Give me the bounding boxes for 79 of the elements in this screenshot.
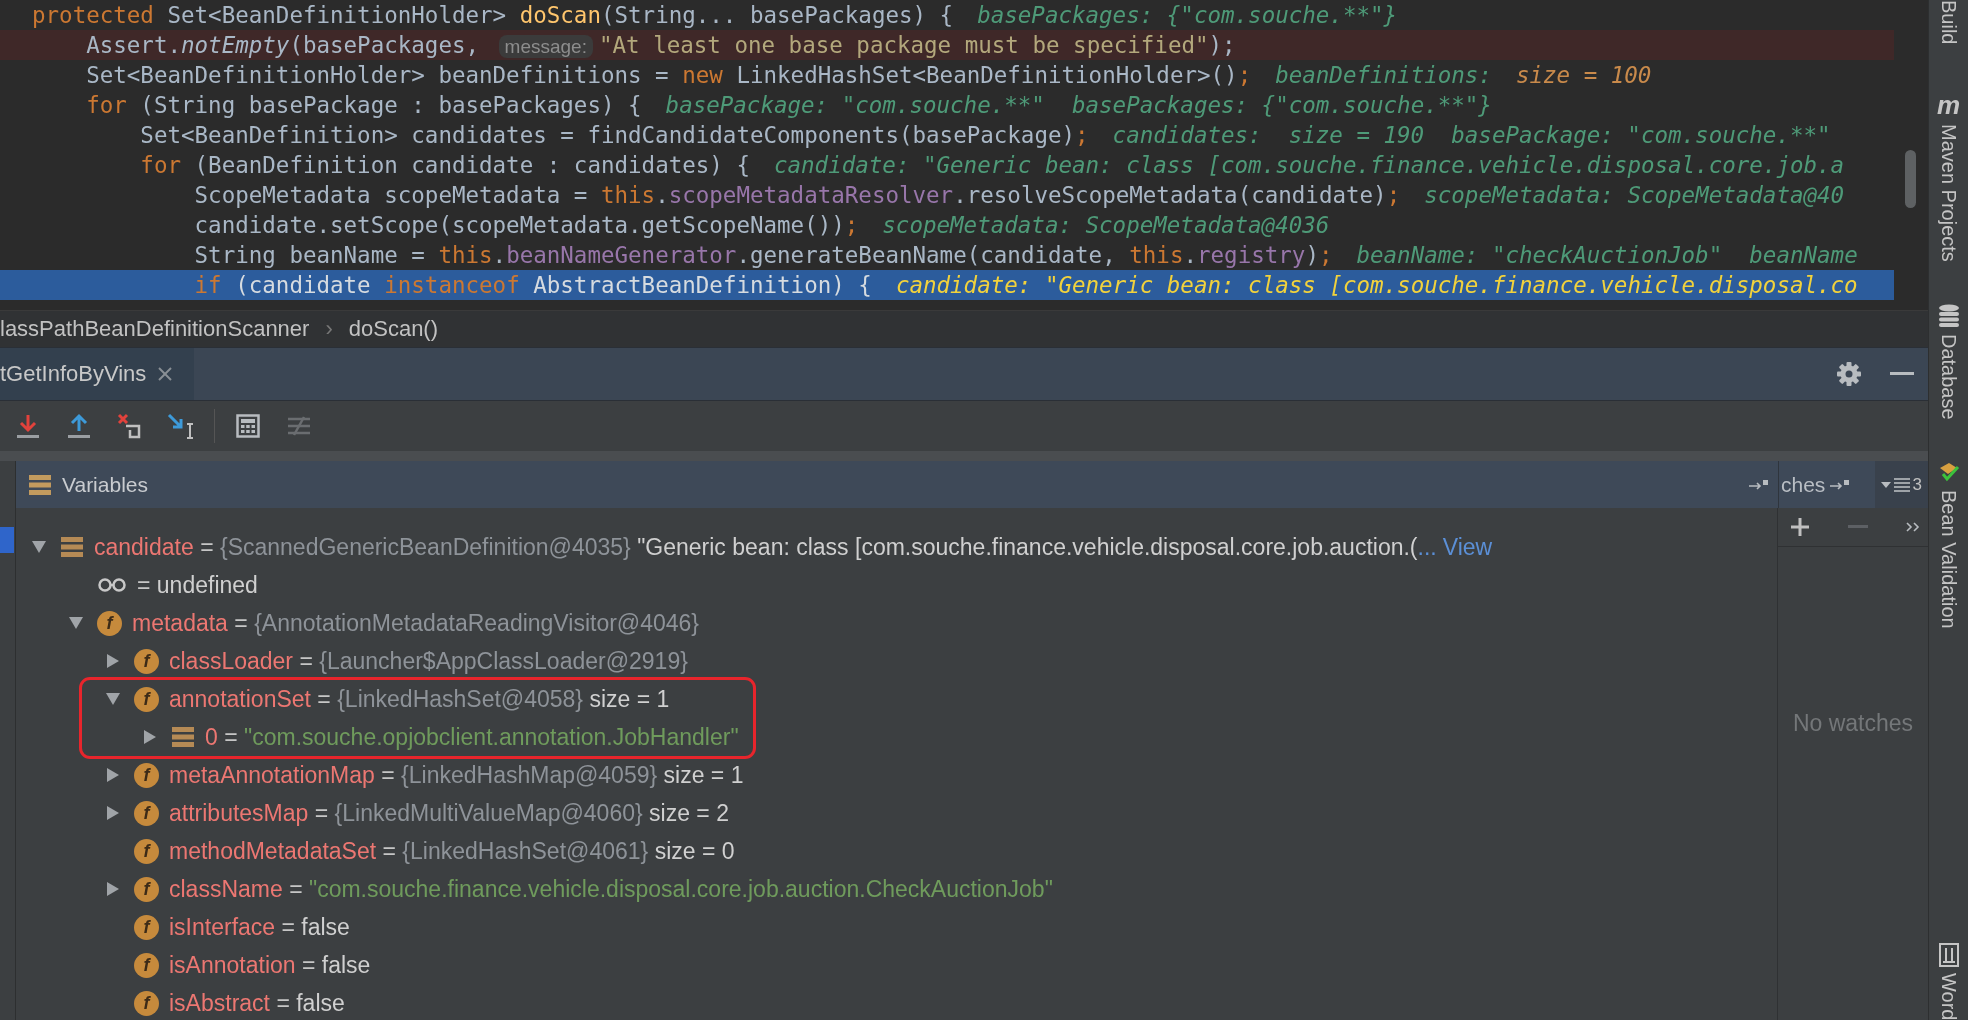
debug-tab[interactable]: tGetInfoByVins [0, 348, 195, 400]
code-line: protected Set<BeanDefinitionHolder> doScan(String... basePackages) { basePackages: {"com.souche.**"} [31, 1, 1399, 30]
field-icon: f [134, 990, 159, 1016]
watches-label: ches [1781, 472, 1826, 497]
glasses-icon [97, 577, 127, 593]
tool-window-button[interactable]: Database [1937, 304, 1960, 420]
field-icon: f [134, 876, 159, 902]
code-line: ScopeMetadata scopeMetadata = this.scopeMetadataResolver.resolveScopeMetadata(candidate); scopeMetadata: ScopeMetadata@40 [193, 181, 1846, 210]
minimize-icon[interactable] [1890, 372, 1914, 376]
variable-entry: 0 = "com.souche.opjobclient.annotation.JobHandler" [205, 723, 739, 751]
code-editor[interactable] [0, 0, 1928, 310]
variable-entry: className = "com.souche.finance.vehicle.disposal.core.job.auction.CheckAuctionJob" [169, 875, 1053, 903]
up-arrow-icon [67, 413, 91, 439]
down-arrow-icon [16, 413, 40, 439]
stack-icon [28, 473, 52, 496]
collapsed-arrow-icon[interactable] [106, 653, 120, 669]
variable-entry: annotationSet = {LinkedHashSet@4058} size = 1 [169, 685, 670, 713]
variable-entry: metaAnnotationMap = {LinkedHashMap@4059} size = 1 [169, 761, 744, 789]
expanded-arrow-icon[interactable] [31, 540, 47, 554]
tool-window-button[interactable]: Bean Validation [1936, 459, 1961, 629]
code-line: candidate.setScope(scopeMetadata.getScopeName()); scopeMetadata: ScopeMetadata@4036 [193, 211, 1331, 240]
document-icon [1937, 942, 1960, 967]
tool-window-button[interactable]: m Maven Projects [1936, 92, 1961, 263]
plus-icon [1790, 517, 1810, 537]
arrow-cursor-icon [166, 412, 196, 440]
panel-title: Variables [62, 472, 148, 497]
field-icon: f [134, 952, 159, 978]
more-button[interactable] [1906, 521, 1920, 533]
field-icon: f [134, 800, 159, 826]
code-line: for (BeanDefinition candidate : candidates) { candidate: "Generic bean: class [com.souche.finance.vehicle.disposal.core.job.a [139, 151, 1846, 180]
scrollbar-thumb[interactable] [1905, 150, 1916, 208]
strike-lines-icon [286, 415, 312, 437]
breadcrumb-item[interactable]: lassPathBeanDefinitionScanner [0, 316, 310, 342]
variable-entry: isAnnotation = false [169, 951, 371, 979]
stack-icon [171, 726, 195, 748]
close-icon[interactable] [158, 367, 173, 381]
layout-button[interactable]: 3 [1874, 461, 1928, 508]
stack-icon [60, 536, 84, 558]
minus-icon [1848, 525, 1868, 529]
expanded-arrow-icon[interactable] [68, 616, 84, 630]
field-icon: f [134, 762, 159, 788]
variable-entry: isAbstract = false [169, 989, 345, 1017]
variable-entry: methodMetadataSet = {LinkedHashSet@4061} size = 0 [169, 837, 735, 865]
add-watch-button[interactable] [1790, 517, 1810, 537]
empty-message: No watches [1792, 710, 1914, 737]
collapsed-arrow-icon[interactable] [106, 805, 120, 821]
expanded-arrow-icon[interactable] [105, 692, 121, 706]
code-line: Set<BeanDefinitionHolder> beanDefinitions = new LinkedHashSet<BeanDefinitionHolder>(); beanDefinitions: size = 100 [85, 61, 1653, 90]
view-link[interactable]: View [1442, 533, 1493, 561]
breadcrumb-separator: › [325, 316, 333, 342]
chevrons-icon [1906, 521, 1920, 533]
grid-icon [236, 414, 260, 438]
variable-entry: metadata = {AnnotationMetadataReadingVisitor@4046} [132, 609, 700, 637]
collapsed-arrow-icon[interactable] [106, 881, 120, 897]
maven-icon: m [1936, 92, 1961, 119]
arrow-icon[interactable] [1829, 477, 1852, 492]
field-icon: f [134, 914, 159, 940]
variable-entry: classLoader = {Launcher$AppClassLoader@2919} [169, 647, 688, 675]
code-line: Set<BeanDefinition> candidates = findCandidateComponents(basePackage); candidates: size = 190 basePackage: "com.souche.**" [139, 121, 1832, 150]
tool-window-button[interactable]: Word [1937, 942, 1960, 1020]
variable-entry: attributesMap = {LinkedMultiValueMap@4060} size = 2 [169, 799, 729, 827]
variable-entry: candidate = {ScannedGenericBeanDefinition@4035} "Generic bean: class [com.souche.finance.vehicle.disposal.core.job.auction.(... [94, 533, 1437, 561]
database-icon [1937, 304, 1960, 329]
arrow-icon[interactable] [1748, 477, 1770, 492]
cross-box-icon [117, 413, 143, 439]
breadcrumb-item[interactable]: doScan() [348, 316, 439, 342]
collapsed-arrow-icon[interactable] [143, 729, 157, 745]
variable-entry: isInterface = false [169, 913, 350, 941]
code-line: for (String basePackage : basePackages) { basePackage: "com.souche.**" basePackages: {"com.souche.**"} [85, 91, 1493, 120]
list-icon [1892, 476, 1911, 493]
code-line: String beanName = this.beanNameGenerator.generateBeanName(candidate, this.registry); beanName: "checkAuctionJob" beanName [193, 241, 1859, 270]
tool-window-button[interactable]: Build [1937, 0, 1960, 45]
field-icon: f [134, 838, 159, 864]
variable-entry: = undefined [137, 571, 258, 599]
field-icon: f [97, 610, 122, 636]
field-icon: f [134, 648, 159, 674]
collapsed-arrow-icon[interactable] [106, 767, 120, 783]
field-icon: f [134, 686, 159, 712]
caret-icon [1880, 481, 1891, 488]
